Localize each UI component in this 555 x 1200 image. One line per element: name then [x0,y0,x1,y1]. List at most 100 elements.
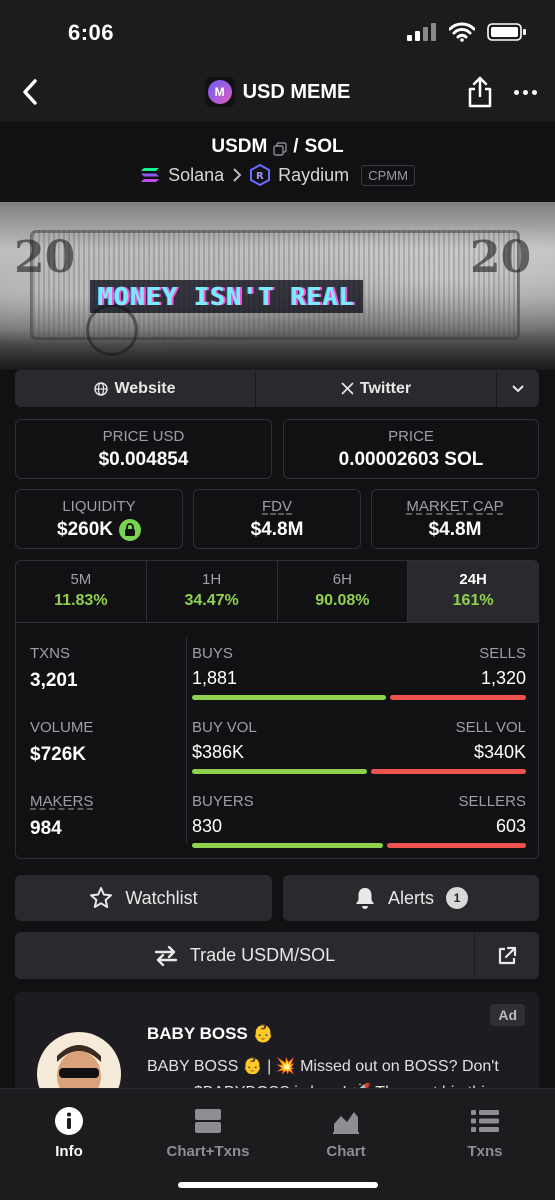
share-icon [468,76,492,108]
liquidity-label: LIQUIDITY [62,498,136,515]
tab-chart-txns[interactable]: Chart+Txns [148,1105,268,1160]
market-cap-label: MARKET CAP [406,498,504,515]
solana-icon [141,168,160,182]
makers-value: 984 [30,818,62,839]
sell-vol-value: $340K [473,742,526,762]
token-banner-image: 20 20 MONEY ISN'T REAL [0,202,555,370]
sells-value: 1,320 [480,668,526,688]
info-icon [55,1107,83,1135]
token-logo: M [204,77,235,107]
pair-separator: / [293,136,299,157]
x-logo-icon [341,382,354,395]
stats-panel: 5M 11.83% 1H 34.47% 6H 90.08% 24H 161% T… [15,560,539,859]
open-external-button[interactable] [475,932,539,979]
volume-bar [192,769,526,774]
ad-avatar [37,1032,121,1092]
sell-vol-bar [371,769,526,774]
ad-card[interactable]: Ad BABY BOSS 👶 BABY BOSS 👶 | 💥 Missed ou… [15,992,539,1092]
ad-title: BABY BOSS 👶 [147,1024,274,1043]
twitter-button[interactable]: Twitter [256,370,497,407]
lock-icon[interactable] [119,519,141,541]
info-content: Website Twitter PRICE USD $0.004854 PRIC… [0,370,555,1092]
buys-bar [192,695,386,700]
buyers-label: BUYERS [192,793,254,810]
alerts-button[interactable]: Alerts 1 [283,875,539,921]
txns-value: 3,201 [30,670,78,691]
watchlist-button[interactable]: Watchlist [15,875,272,921]
sells-label: SELLS [479,645,526,662]
bell-icon [355,888,374,909]
trade-button[interactable]: Trade USDM/SOL [15,932,475,979]
svg-text:R: R [256,171,264,182]
pair-line: USDM / SOL [0,136,555,158]
dot-icon [514,89,519,95]
fdv-card[interactable]: FDV $4.8M [193,489,361,549]
buyers-sellers-bar [192,843,526,848]
price-usd-label: PRICE USD [102,428,185,445]
globe-icon [94,381,109,396]
fdv-label: FDV [262,498,292,515]
makers-label[interactable]: MAKERS [30,793,93,810]
buy-vol-label: BUY VOL [192,719,257,736]
sellers-value: 603 [495,816,526,836]
banner-text: MONEY ISN'T REAL [90,280,363,313]
buyers-value: 830 [192,816,223,836]
share-button[interactable] [467,76,493,113]
website-button[interactable]: Website [15,370,256,407]
chain-line: Solana R Raydium CPMM [0,164,555,186]
status-bar: 6:06 [0,0,555,64]
volume-label: VOLUME [30,719,94,736]
swap-icon [154,945,178,966]
trade-bar: Trade USDM/SOL [15,932,539,979]
more-links-button[interactable] [497,370,539,407]
pair-header: USDM / SOL Solana R Raydium CPMM [0,122,555,202]
change-1h: 34.47% [184,592,239,609]
status-time: 6:06 [68,20,115,45]
buys-value: 1,881 [192,668,238,688]
buys-sells-bar [192,695,526,700]
buy-vol-bar [192,769,368,774]
tab-6h[interactable]: 6H 90.08% [278,561,409,622]
price-usd-card: PRICE USD $0.004854 [15,419,272,479]
dot-icon [532,89,537,95]
more-options-button[interactable] [514,76,537,108]
liquidity-card: LIQUIDITY $260K [15,489,183,549]
ad-text: BABY BOSS 👶 | 💥 Missed out on BOSS? Don'… [147,1058,503,1092]
ad-badge: Ad [490,1004,525,1026]
tab-txns[interactable]: Txns [425,1105,545,1160]
dex-name[interactable]: Raydium [278,165,349,186]
copy-icon[interactable] [273,140,287,156]
chevron-down-icon [512,384,524,392]
external-link-icon [498,946,517,964]
wifi-icon [449,22,475,42]
status-icons [407,22,527,42]
volume-row: VOLUME $726K BUY VOL SELL VOL $386K $340… [16,719,538,789]
chevron-right-icon [233,168,242,182]
market-cap-value: $4.8M [428,519,482,540]
tab-1h[interactable]: 1H 34.47% [147,561,278,622]
tab-chart[interactable]: Chart [286,1105,406,1160]
nav-bar: M USD MEME [0,64,555,122]
signal-icon [407,23,436,41]
price-native-card: PRICE 0.00002603 SOL [283,419,539,479]
sells-bar [389,695,526,700]
alerts-count-badge: 1 [446,887,468,909]
change-5m: 11.83% [54,592,108,609]
txns-row: TXNS 3,201 BUYS SELLS 1,881 1,320 [16,645,538,715]
tab-5m[interactable]: 5M 11.83% [16,561,147,622]
buy-vol-value: $386K [192,742,245,762]
market-cap-card[interactable]: MARKET CAP $4.8M [371,489,539,549]
timeframe-tabs: 5M 11.83% 1H 34.47% 6H 90.08% 24H 161% [16,561,538,623]
list-icon [471,1110,499,1132]
star-icon [90,887,113,908]
price-usd-value: $0.004854 [98,449,189,470]
chain-name[interactable]: Solana [168,165,224,186]
tab-24h[interactable]: 24H 161% [408,561,538,622]
base-token: USDM [211,136,268,157]
buys-label: BUYS [192,645,233,662]
tab-info[interactable]: Info [9,1105,129,1160]
price-native-value: 0.00002603 SOL [338,449,484,470]
makers-row: MAKERS 984 BUYERS SELLERS 830 603 [16,793,538,858]
txns-label: TXNS [30,645,71,662]
raydium-icon: R [250,164,271,186]
